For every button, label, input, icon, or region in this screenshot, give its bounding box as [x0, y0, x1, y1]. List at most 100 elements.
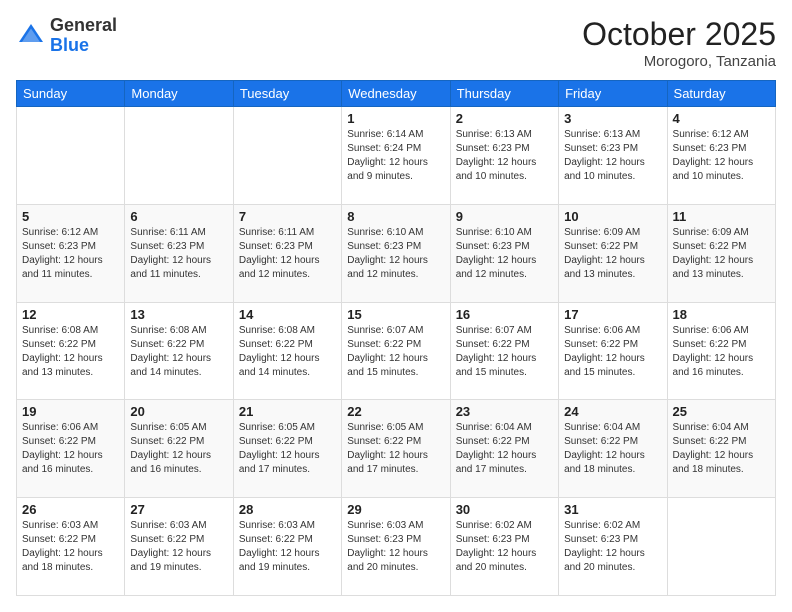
table-row: 7 Sunrise: 6:11 AMSunset: 6:23 PMDaylight… — [233, 204, 341, 302]
day-info: Sunrise: 6:03 AMSunset: 6:22 PMDaylight:… — [22, 519, 119, 575]
table-row: 13 Sunrise: 6:08 AMSunset: 6:22 PMDayligh… — [125, 302, 233, 400]
day-info: Sunrise: 6:06 AMSunset: 6:22 PMDaylight:… — [22, 421, 119, 477]
day-number: 22 — [347, 404, 444, 419]
title-block: October 2025 Morogoro, Tanzania — [582, 16, 776, 70]
day-info: Sunrise: 6:10 AMSunset: 6:23 PMDaylight:… — [456, 226, 553, 282]
day-number: 20 — [130, 404, 227, 419]
col-sunday: Sunday — [17, 81, 125, 107]
day-number: 30 — [456, 502, 553, 517]
table-row: 28Sunrise: 6:03 AMSunset: 6:22 PMDayligh… — [233, 498, 341, 596]
day-number: 16 — [456, 307, 553, 322]
day-info: Sunrise: 6:09 AMSunset: 6:22 PMDaylight:… — [673, 226, 770, 282]
day-info: Sunrise: 6:12 AMSunset: 6:23 PMDaylight:… — [22, 226, 119, 282]
table-row: 3 Sunrise: 6:13 AMSunset: 6:23 PMDaylight… — [559, 107, 667, 205]
day-info: Sunrise: 6:10 AMSunset: 6:23 PMDaylight:… — [347, 226, 444, 282]
day-number: 11 — [673, 209, 770, 224]
table-row: 24 Sunrise: 6:04 AMSunset: 6:22 PMDayligh… — [559, 400, 667, 498]
day-number: 3 — [564, 111, 661, 126]
day-info: Sunrise: 6:07 AMSunset: 6:22 PMDaylight:… — [456, 324, 553, 380]
day-number: 15 — [347, 307, 444, 322]
table-row: 6 Sunrise: 6:11 AMSunset: 6:23 PMDaylight… — [125, 204, 233, 302]
day-info: Sunrise: 6:03 AMSunset: 6:23 PMDaylight:… — [347, 519, 444, 575]
table-row: 1 Sunrise: 6:14 AMSunset: 6:24 PMDaylight… — [342, 107, 450, 205]
month-title: October 2025 — [582, 16, 776, 53]
day-number: 7 — [239, 209, 336, 224]
day-number: 4 — [673, 111, 770, 126]
col-saturday: Saturday — [667, 81, 775, 107]
day-info: Sunrise: 6:04 AMSunset: 6:22 PMDaylight:… — [673, 421, 770, 477]
day-info: Sunrise: 6:08 AMSunset: 6:22 PMDaylight:… — [239, 324, 336, 380]
day-number: 31 — [564, 502, 661, 517]
table-row: 17 Sunrise: 6:06 AMSunset: 6:22 PMDayligh… — [559, 302, 667, 400]
day-number: 12 — [22, 307, 119, 322]
day-info: Sunrise: 6:13 AMSunset: 6:23 PMDaylight:… — [564, 128, 661, 184]
day-number: 19 — [22, 404, 119, 419]
table-row: 16 Sunrise: 6:07 AMSunset: 6:22 PMDayligh… — [450, 302, 558, 400]
calendar-header-row: Sunday Monday Tuesday Wednesday Thursday… — [17, 81, 776, 107]
day-info: Sunrise: 6:05 AMSunset: 6:22 PMDaylight:… — [130, 421, 227, 477]
day-number: 23 — [456, 404, 553, 419]
day-info: Sunrise: 6:06 AMSunset: 6:22 PMDaylight:… — [564, 324, 661, 380]
table-row: 20 Sunrise: 6:05 AMSunset: 6:22 PMDayligh… — [125, 400, 233, 498]
day-info: Sunrise: 6:05 AMSunset: 6:22 PMDaylight:… — [347, 421, 444, 477]
day-info: Sunrise: 6:14 AMSunset: 6:24 PMDaylight:… — [347, 128, 444, 184]
table-row — [233, 107, 341, 205]
table-row — [17, 107, 125, 205]
day-number: 27 — [130, 502, 227, 517]
day-info: Sunrise: 6:07 AMSunset: 6:22 PMDaylight:… — [347, 324, 444, 380]
table-row: 9Sunrise: 6:10 AMSunset: 6:23 PMDaylight… — [450, 204, 558, 302]
day-info: Sunrise: 6:02 AMSunset: 6:23 PMDaylight:… — [564, 519, 661, 575]
page: General Blue October 2025 Morogoro, Tanz… — [0, 0, 792, 612]
day-number: 5 — [22, 209, 119, 224]
table-row: 30 Sunrise: 6:02 AMSunset: 6:23 PMDayligh… — [450, 498, 558, 596]
table-row: 2 Sunrise: 6:13 AMSunset: 6:23 PMDaylight… — [450, 107, 558, 205]
day-info: Sunrise: 6:13 AMSunset: 6:23 PMDaylight:… — [456, 128, 553, 184]
calendar-week-row: 19 Sunrise: 6:06 AMSunset: 6:22 PMDayligh… — [17, 400, 776, 498]
calendar-table: Sunday Monday Tuesday Wednesday Thursday… — [16, 80, 776, 596]
day-number: 8 — [347, 209, 444, 224]
day-info: Sunrise: 6:02 AMSunset: 6:23 PMDaylight:… — [456, 519, 553, 575]
day-number: 13 — [130, 307, 227, 322]
table-row: 29 Sunrise: 6:03 AMSunset: 6:23 PMDayligh… — [342, 498, 450, 596]
day-number: 2 — [456, 111, 553, 126]
calendar-week-row: 12 Sunrise: 6:08 AMSunset: 6:22 PMDayligh… — [17, 302, 776, 400]
table-row: 23 Sunrise: 6:04 AMSunset: 6:22 PMDayligh… — [450, 400, 558, 498]
calendar-week-row: 1 Sunrise: 6:14 AMSunset: 6:24 PMDaylight… — [17, 107, 776, 205]
day-info: Sunrise: 6:11 AMSunset: 6:23 PMDaylight:… — [130, 226, 227, 282]
calendar-week-row: 5 Sunrise: 6:12 AMSunset: 6:23 PMDaylight… — [17, 204, 776, 302]
logo-text: General Blue — [50, 16, 117, 56]
day-number: 1 — [347, 111, 444, 126]
table-row: 5 Sunrise: 6:12 AMSunset: 6:23 PMDaylight… — [17, 204, 125, 302]
day-number: 25 — [673, 404, 770, 419]
table-row — [125, 107, 233, 205]
day-number: 10 — [564, 209, 661, 224]
col-thursday: Thursday — [450, 81, 558, 107]
day-info: Sunrise: 6:09 AMSunset: 6:22 PMDaylight:… — [564, 226, 661, 282]
header: General Blue October 2025 Morogoro, Tanz… — [16, 16, 776, 70]
table-row: 19 Sunrise: 6:06 AMSunset: 6:22 PMDayligh… — [17, 400, 125, 498]
day-info: Sunrise: 6:05 AMSunset: 6:22 PMDaylight:… — [239, 421, 336, 477]
day-info: Sunrise: 6:08 AMSunset: 6:22 PMDaylight:… — [130, 324, 227, 380]
col-friday: Friday — [559, 81, 667, 107]
day-number: 29 — [347, 502, 444, 517]
col-tuesday: Tuesday — [233, 81, 341, 107]
logo-icon — [16, 21, 46, 51]
col-monday: Monday — [125, 81, 233, 107]
logo: General Blue — [16, 16, 117, 56]
table-row: 27Sunrise: 6:03 AMSunset: 6:22 PMDayligh… — [125, 498, 233, 596]
day-info: Sunrise: 6:06 AMSunset: 6:22 PMDaylight:… — [673, 324, 770, 380]
day-info: Sunrise: 6:04 AMSunset: 6:22 PMDaylight:… — [564, 421, 661, 477]
day-number: 21 — [239, 404, 336, 419]
day-info: Sunrise: 6:11 AMSunset: 6:23 PMDaylight:… — [239, 226, 336, 282]
calendar-week-row: 26Sunrise: 6:03 AMSunset: 6:22 PMDayligh… — [17, 498, 776, 596]
day-number: 6 — [130, 209, 227, 224]
day-number: 17 — [564, 307, 661, 322]
table-row: 14 Sunrise: 6:08 AMSunset: 6:22 PMDayligh… — [233, 302, 341, 400]
table-row: 31 Sunrise: 6:02 AMSunset: 6:23 PMDayligh… — [559, 498, 667, 596]
day-number: 24 — [564, 404, 661, 419]
table-row: 8 Sunrise: 6:10 AMSunset: 6:23 PMDaylight… — [342, 204, 450, 302]
table-row: 11 Sunrise: 6:09 AMSunset: 6:22 PMDayligh… — [667, 204, 775, 302]
day-number: 14 — [239, 307, 336, 322]
table-row: 26Sunrise: 6:03 AMSunset: 6:22 PMDayligh… — [17, 498, 125, 596]
day-info: Sunrise: 6:04 AMSunset: 6:22 PMDaylight:… — [456, 421, 553, 477]
